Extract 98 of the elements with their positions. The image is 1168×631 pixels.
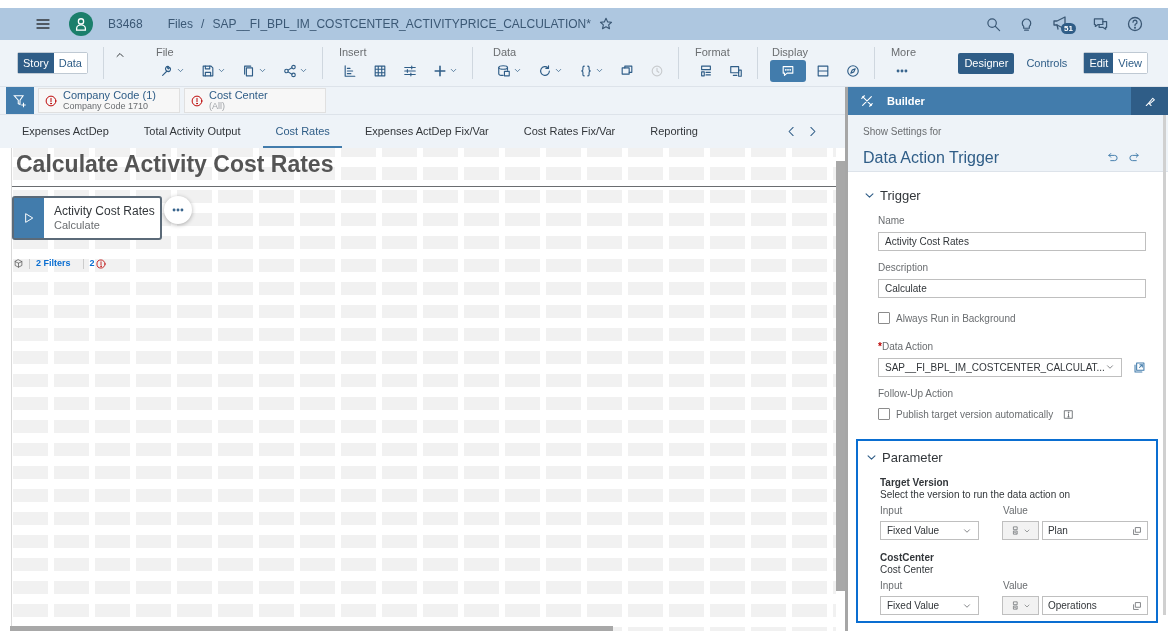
- redo-icon[interactable]: [1128, 152, 1140, 164]
- menu-icon[interactable]: [35, 16, 51, 32]
- undo-icon[interactable]: [1107, 152, 1119, 164]
- object-title: Data Action Trigger: [863, 148, 1000, 168]
- breadcrumb-link[interactable]: Files: [167, 15, 194, 33]
- caret-icon: [1105, 362, 1116, 372]
- filter-title: Company Code (1): [63, 89, 156, 101]
- breadcrumb-separator: /: [201, 16, 205, 33]
- lightbulb-icon[interactable]: [1019, 16, 1034, 32]
- help-icon[interactable]: [1127, 16, 1143, 32]
- info-icon[interactable]: [1063, 408, 1075, 420]
- page-tab[interactable]: Expenses ActDep: [10, 115, 121, 148]
- search-icon[interactable]: [986, 16, 1001, 32]
- data-action-trigger[interactable]: Activity Cost Rates Calculate: [12, 196, 162, 240]
- filters-link[interactable]: 2 Filters: [36, 257, 71, 271]
- filter-value: Company Code 1710: [63, 100, 149, 112]
- page-tab[interactable]: Reporting: [638, 115, 710, 148]
- parameter-name: CostCenter: [880, 552, 935, 564]
- styling-button[interactable]: [1131, 87, 1168, 115]
- comment-tool[interactable]: [769, 59, 806, 82]
- file-title: SAP__FI_BPL_IM_COSTCENTER_ACTIVITYPRICE_CALCULATION*: [212, 16, 591, 33]
- value-field[interactable]: Operations: [1041, 596, 1148, 615]
- view-toggle[interactable]: Edit: [1084, 53, 1114, 73]
- value-help-icon: [1132, 600, 1142, 611]
- field-label: Follow-Up Action: [878, 386, 955, 401]
- member-selector[interactable]: [1002, 596, 1039, 615]
- group-label: More: [890, 44, 916, 59]
- parameter-description: Select the version to run the data action on: [880, 489, 1072, 501]
- section-title: Trigger: [880, 187, 921, 205]
- mode-toggle[interactable]: Story: [18, 53, 54, 73]
- field-label: Input: [880, 579, 904, 593]
- caret-icon: [298, 66, 308, 75]
- field-label: Description: [878, 260, 930, 275]
- field-label: Input: [880, 504, 904, 518]
- value-help-icon: [1132, 525, 1142, 536]
- caret-icon: [512, 66, 522, 75]
- horizontal-scrollbar[interactable]: [10, 626, 613, 631]
- panel-title: Builder: [887, 93, 925, 109]
- trigger-title: Activity Cost Rates: [54, 204, 155, 218]
- group-label: Data: [492, 44, 518, 59]
- data-action-dropdown[interactable]: SAP__FI_BPL_IM_COSTCENTER_CALCULAT...: [878, 357, 1123, 377]
- caret-icon: [553, 66, 563, 75]
- caret-icon: [257, 66, 267, 75]
- add-filter-button[interactable]: [6, 87, 34, 114]
- filter-title: Cost Center: [209, 89, 268, 101]
- cube-icon: [14, 259, 23, 269]
- page-heading: Calculate Activity Cost Rates: [16, 150, 335, 178]
- chat-icon[interactable]: [1092, 16, 1109, 32]
- parameter-description: Cost Center: [880, 564, 935, 576]
- play-icon: [23, 212, 35, 224]
- filter-chip[interactable]: Company Code (1) Company Code 1710: [38, 88, 180, 113]
- caret-icon: [175, 66, 185, 75]
- checkbox-label: Publish target version automatically: [896, 407, 1054, 422]
- page-tab[interactable]: Cost Rates Fix/Var: [511, 115, 628, 148]
- group-label: Insert: [338, 44, 368, 59]
- settings-caption: Show Settings for: [863, 125, 943, 139]
- star-icon[interactable]: [598, 17, 613, 31]
- field-label: Value: [1003, 579, 1028, 593]
- checkbox[interactable]: [878, 408, 890, 420]
- member-icon: [1010, 525, 1020, 536]
- panel-toggle[interactable]: Controls: [1020, 52, 1074, 74]
- filter-chip[interactable]: Cost Center (All): [184, 88, 326, 113]
- group-label: Display: [771, 44, 809, 59]
- filter-value: (All): [209, 100, 226, 112]
- input-type-dropdown[interactable]: Fixed Value: [880, 521, 980, 540]
- field-label: *Data Action: [878, 339, 935, 354]
- open-external-icon[interactable]: [1133, 360, 1146, 374]
- group-label: File: [155, 44, 175, 59]
- tools-icon: [860, 94, 874, 108]
- filter-icon: [13, 93, 27, 108]
- error-icon: [45, 94, 57, 107]
- caret-icon: [594, 66, 604, 75]
- page-tab[interactable]: Total Activity Output: [131, 115, 253, 148]
- input-field[interactable]: Activity Cost Rates: [878, 231, 1146, 251]
- checkbox[interactable]: [878, 312, 890, 324]
- field-label: Name: [878, 213, 906, 228]
- input-type-dropdown[interactable]: Fixed Value: [880, 596, 980, 615]
- member-icon: [1010, 600, 1020, 611]
- group-label: Format: [694, 44, 731, 59]
- avatar-icon[interactable]: [69, 12, 93, 36]
- page-tab[interactable]: Expenses ActDep Fix/Var: [352, 115, 501, 148]
- error-icon: [95, 258, 106, 269]
- value-field[interactable]: Plan: [1041, 521, 1148, 540]
- parameter-name: Target Version: [880, 477, 950, 489]
- user-id: B3468: [108, 16, 143, 33]
- trigger-subtitle: Calculate: [54, 218, 101, 232]
- panel-toggle[interactable]: Designer: [958, 52, 1015, 74]
- input-field[interactable]: Calculate: [878, 278, 1146, 298]
- error-count: 2: [89, 257, 95, 270]
- field-label: Value: [1003, 504, 1028, 518]
- vertical-scrollbar[interactable]: [836, 161, 845, 591]
- caret-icon: [216, 66, 226, 75]
- checkbox-label: Always Run in Background: [896, 311, 1016, 326]
- caret-icon: [448, 66, 458, 75]
- member-selector[interactable]: [1002, 521, 1039, 540]
- notification-badge: 51: [1061, 23, 1076, 34]
- error-icon: [191, 94, 203, 107]
- section-title: Parameter: [882, 448, 943, 467]
